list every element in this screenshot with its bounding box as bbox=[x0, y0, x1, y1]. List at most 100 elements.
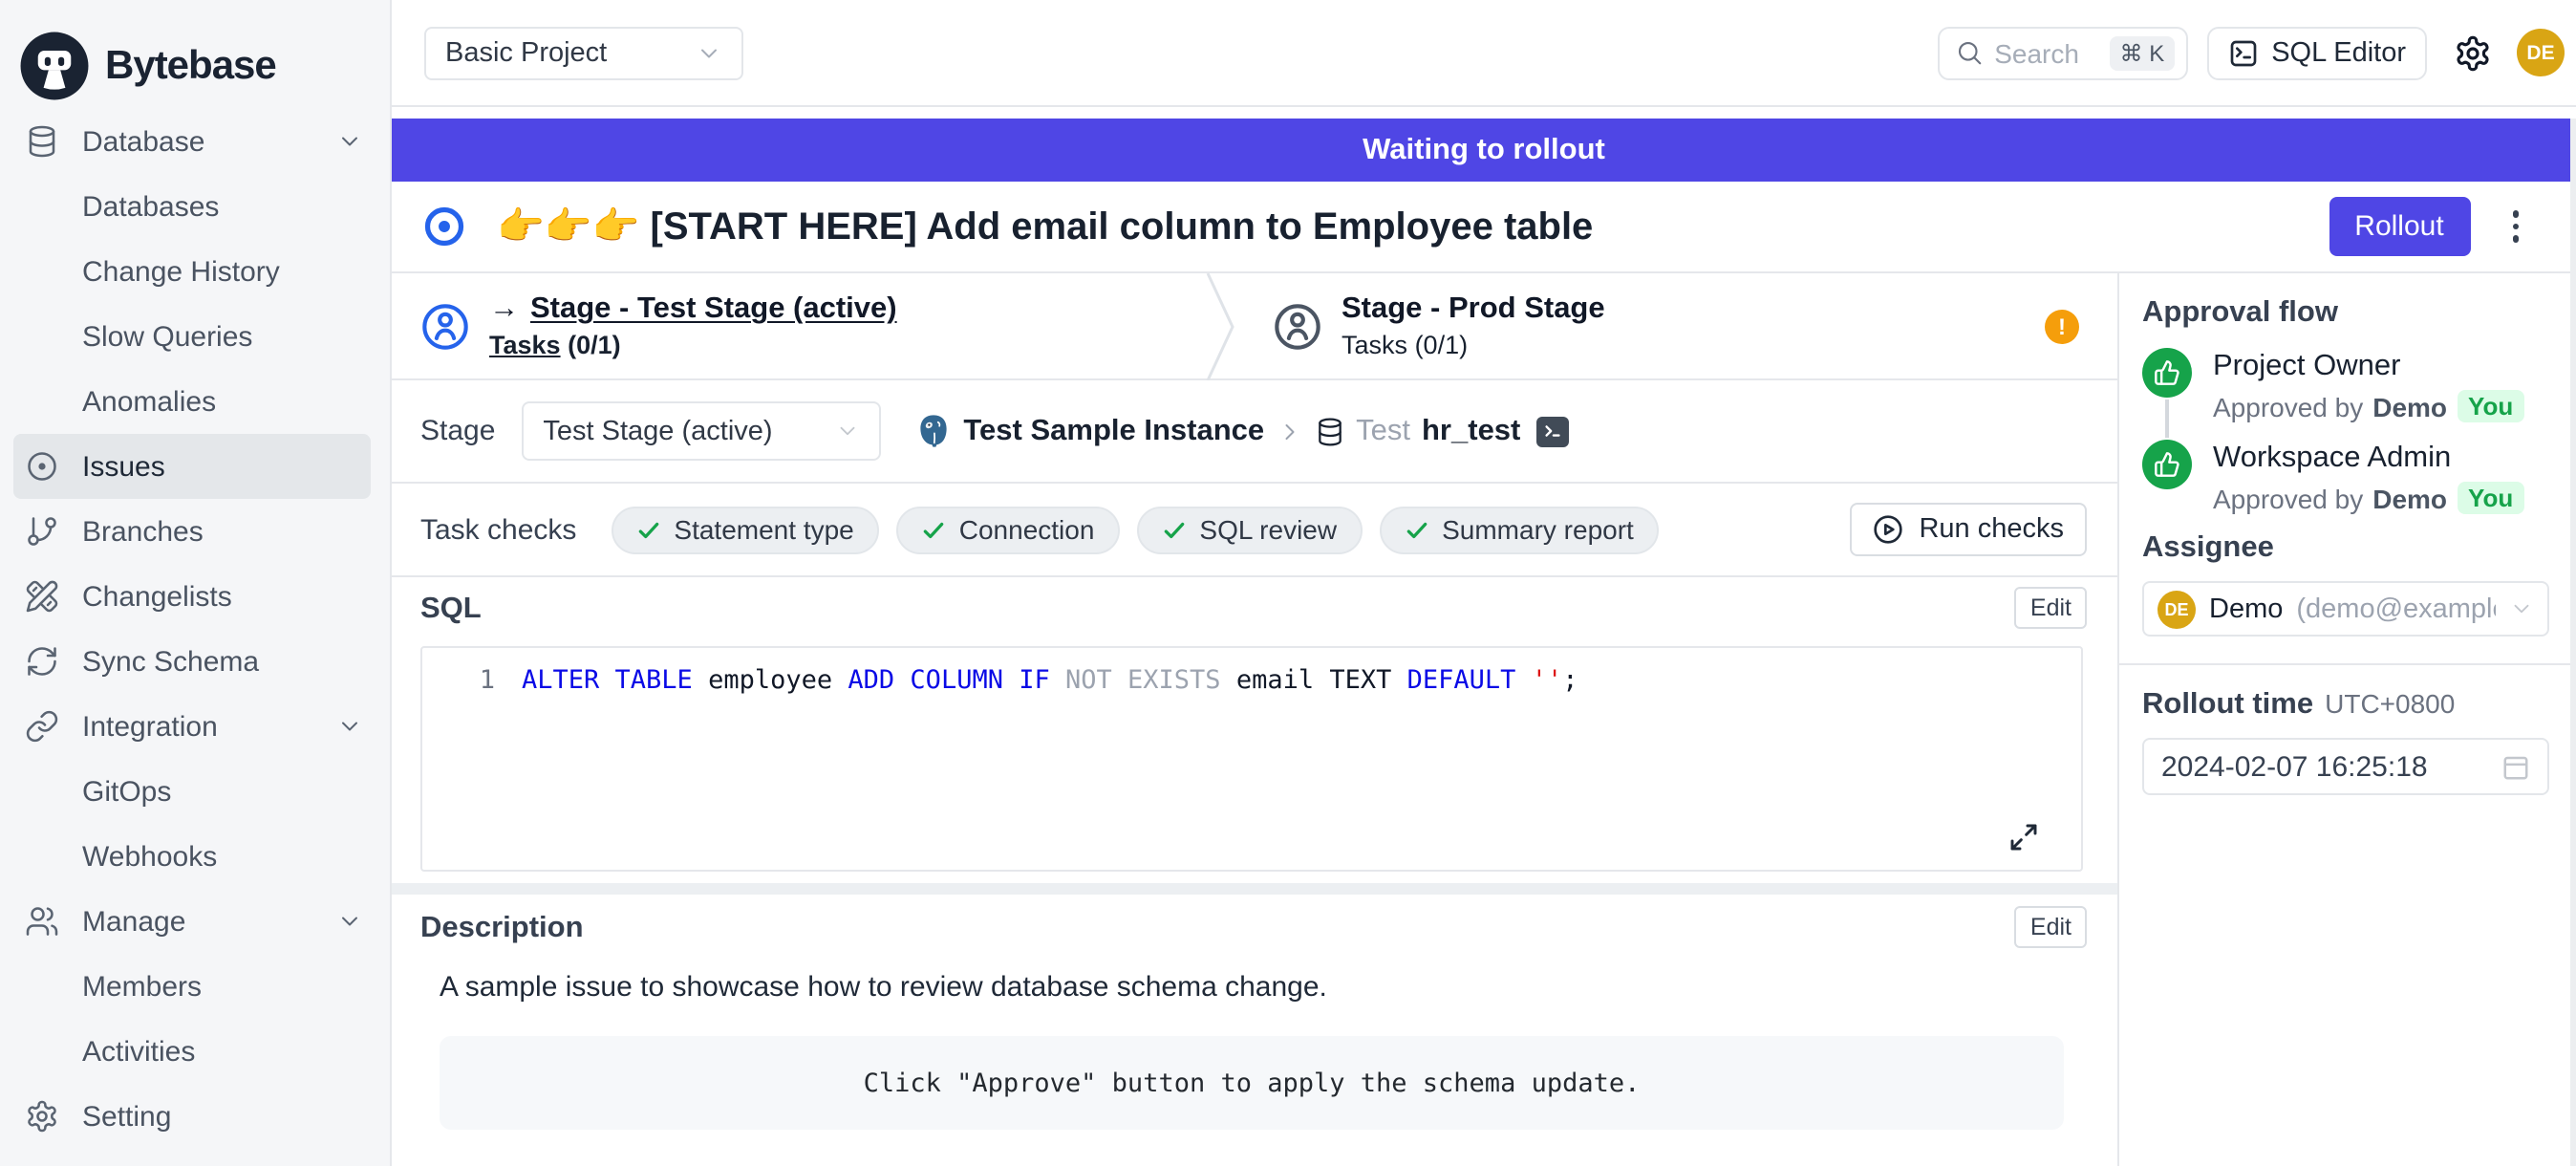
database-breadcrumb: Test Sample Instance Test hr_test bbox=[915, 413, 1568, 449]
approver-role: Workspace Admin bbox=[2213, 440, 2524, 478]
stage-tasks-count: (0/1) bbox=[1415, 331, 1469, 359]
circle-dot-icon bbox=[25, 449, 59, 484]
calendar-icon bbox=[2501, 752, 2530, 781]
search-box[interactable]: ⌘ K bbox=[1937, 26, 2187, 79]
sidebar-divider bbox=[2119, 663, 2576, 665]
settings-gear-icon[interactable] bbox=[2454, 33, 2492, 72]
stage-select-dropdown[interactable]: Test Stage (active) bbox=[522, 401, 881, 461]
assignee-name: Demo bbox=[2209, 594, 2283, 624]
sql-editor-button[interactable]: SQL Editor bbox=[2206, 26, 2427, 79]
environment-name: Test bbox=[1356, 414, 1410, 448]
approval-step-texts: Workspace Admin Approved by Demo You bbox=[2213, 440, 2524, 514]
sidebar-item-webhooks[interactable]: Webhooks bbox=[0, 824, 390, 889]
brand-name: Bytebase bbox=[105, 43, 276, 89]
approval-step-project-owner: Project Owner Approved by Demo You bbox=[2142, 348, 2549, 422]
you-badge: You bbox=[2457, 482, 2524, 514]
stage-name: Stage - Prod Stage bbox=[1342, 292, 1605, 327]
approval-status: Approved by bbox=[2213, 391, 2363, 421]
sidebar-item-issues[interactable]: Issues bbox=[13, 434, 371, 499]
open-in-sql-editor-icon[interactable] bbox=[1535, 416, 1568, 446]
run-checks-button[interactable]: Run checks bbox=[1850, 503, 2087, 556]
approval-flow-heading: Approval flow bbox=[2142, 296, 2549, 331]
sidebar-item-database[interactable]: Database bbox=[0, 109, 390, 174]
search-input[interactable] bbox=[1994, 37, 2093, 68]
stage-tasks-label: Tasks bbox=[1342, 331, 1407, 359]
stage-name-link[interactable]: Stage - Test Stage (active) bbox=[530, 292, 897, 325]
rollout-time-heading: Rollout time UTC+0800 bbox=[2142, 688, 2549, 723]
assignee-email: (demo@example bbox=[2296, 594, 2496, 624]
check-summary-report[interactable]: Summary report bbox=[1379, 506, 1659, 553]
description-text: A sample issue to showcase how to review… bbox=[440, 971, 2064, 1004]
chevron-down-icon bbox=[336, 128, 363, 155]
sidebar-item-slow-queries[interactable]: Slow Queries bbox=[0, 304, 390, 369]
database-icon bbox=[25, 124, 59, 159]
sidebar-item-setting[interactable]: Setting bbox=[0, 1084, 390, 1149]
stage-select-value: Test Stage (active) bbox=[543, 416, 772, 446]
approval-step-texts: Project Owner Approved by Demo You bbox=[2213, 348, 2524, 422]
sidebar-item-anomalies[interactable]: Anomalies bbox=[0, 369, 390, 434]
assignee-dropdown[interactable]: DE Demo (demo@example bbox=[2142, 581, 2549, 637]
sidebar-item-change-history[interactable]: Change History bbox=[0, 239, 390, 304]
approver-role: Project Owner bbox=[2213, 348, 2524, 386]
you-badge: You bbox=[2457, 390, 2524, 422]
sidebar-item-databases[interactable]: Databases bbox=[0, 174, 390, 239]
chevron-down-icon bbox=[336, 713, 363, 740]
instance-name[interactable]: Test Sample Instance bbox=[963, 414, 1264, 448]
sidebar-item-members[interactable]: Members bbox=[0, 954, 390, 1019]
line-number: 1 bbox=[422, 661, 495, 700]
sql-code-editor[interactable]: 1 ALTER TABLE employee ADD COLUMN IF NOT… bbox=[420, 646, 2083, 872]
status-banner-text: Waiting to rollout bbox=[1363, 133, 1605, 167]
postgresql-icon bbox=[915, 413, 952, 449]
scrollbar-gutter[interactable] bbox=[2570, 119, 2576, 1166]
stage-tab-prod[interactable]: Stage - Prod Stage Tasks (0/1) bbox=[1254, 292, 1605, 359]
project-selector[interactable]: Basic Project bbox=[424, 26, 743, 79]
issue-status-icon bbox=[424, 206, 464, 247]
sidebar-item-integration[interactable]: Integration bbox=[0, 694, 390, 759]
stage-tabs: →Stage - Test Stage (active) Tasks (0/1)… bbox=[392, 273, 2117, 380]
issue-title-row: 👉👉👉 [START HERE] Add email column to Emp… bbox=[392, 182, 2576, 273]
check-statement-type[interactable]: Statement type bbox=[611, 506, 878, 553]
git-branch-icon bbox=[25, 514, 59, 549]
users-icon bbox=[25, 904, 59, 939]
search-shortcut-badge: ⌘ K bbox=[2111, 35, 2175, 70]
sql-editor-label: SQL Editor bbox=[2271, 37, 2406, 68]
stage-selector-label: Stage bbox=[420, 415, 495, 447]
database-name[interactable]: hr_test bbox=[1422, 414, 1520, 448]
sql-edit-button[interactable]: Edit bbox=[2015, 587, 2087, 629]
topbar-right: ⌘ K SQL Editor DE bbox=[1937, 26, 2568, 79]
stage-tab-test[interactable]: →Stage - Test Stage (active) Tasks (0/1) bbox=[420, 292, 1204, 359]
terminal-icon bbox=[2227, 37, 2258, 68]
check-sql-review[interactable]: SQL review bbox=[1136, 506, 1362, 553]
check-icon bbox=[635, 517, 660, 542]
description-edit-button[interactable]: Edit bbox=[2015, 906, 2087, 948]
rollout-time-value: 2024-02-07 16:25:18 bbox=[2161, 750, 2428, 783]
brand-logo[interactable]: Bytebase bbox=[0, 0, 390, 109]
thumbs-up-icon bbox=[2142, 440, 2192, 489]
rollout-button[interactable]: Rollout bbox=[2329, 197, 2470, 256]
run-checks-label: Run checks bbox=[1919, 514, 2064, 545]
stage-tab-test-texts: →Stage - Test Stage (active) Tasks (0/1) bbox=[489, 292, 897, 359]
user-avatar[interactable]: DE bbox=[2517, 29, 2565, 76]
sidebar-item-manage[interactable]: Manage bbox=[0, 889, 390, 954]
sidebar-item-gitops[interactable]: GitOps bbox=[0, 759, 390, 824]
status-banner: Waiting to rollout bbox=[392, 119, 2576, 182]
sidebar-item-changelists[interactable]: Changelists bbox=[0, 564, 390, 629]
refresh-icon bbox=[25, 644, 59, 679]
stage-tasks-link[interactable]: Tasks bbox=[489, 331, 561, 359]
rollout-time-picker[interactable]: 2024-02-07 16:25:18 bbox=[2142, 738, 2549, 795]
sidebar-item-sync-schema[interactable]: Sync Schema bbox=[0, 629, 390, 694]
section-divider bbox=[392, 883, 2117, 895]
check-connection[interactable]: Connection bbox=[896, 506, 1120, 553]
play-circle-icon bbox=[1873, 514, 1903, 545]
sidebar-item-activities[interactable]: Activities bbox=[0, 1019, 390, 1084]
timezone-label: UTC+0800 bbox=[2325, 688, 2455, 719]
kebab-menu-icon[interactable] bbox=[2512, 211, 2519, 243]
check-icon bbox=[921, 517, 946, 542]
content: Basic Project ⌘ K SQL Editor DE Wait bbox=[392, 0, 2576, 1166]
stage-tasks-count: (0/1) bbox=[568, 331, 621, 359]
stage-selector-row: Stage Test Stage (active) Test Sample In… bbox=[392, 380, 2117, 484]
expand-icon[interactable] bbox=[2008, 822, 2039, 853]
sidebar-item-branches[interactable]: Branches bbox=[0, 499, 390, 564]
stage-divider-chevron bbox=[1204, 272, 1254, 379]
bytebase-logo-icon bbox=[19, 31, 90, 101]
